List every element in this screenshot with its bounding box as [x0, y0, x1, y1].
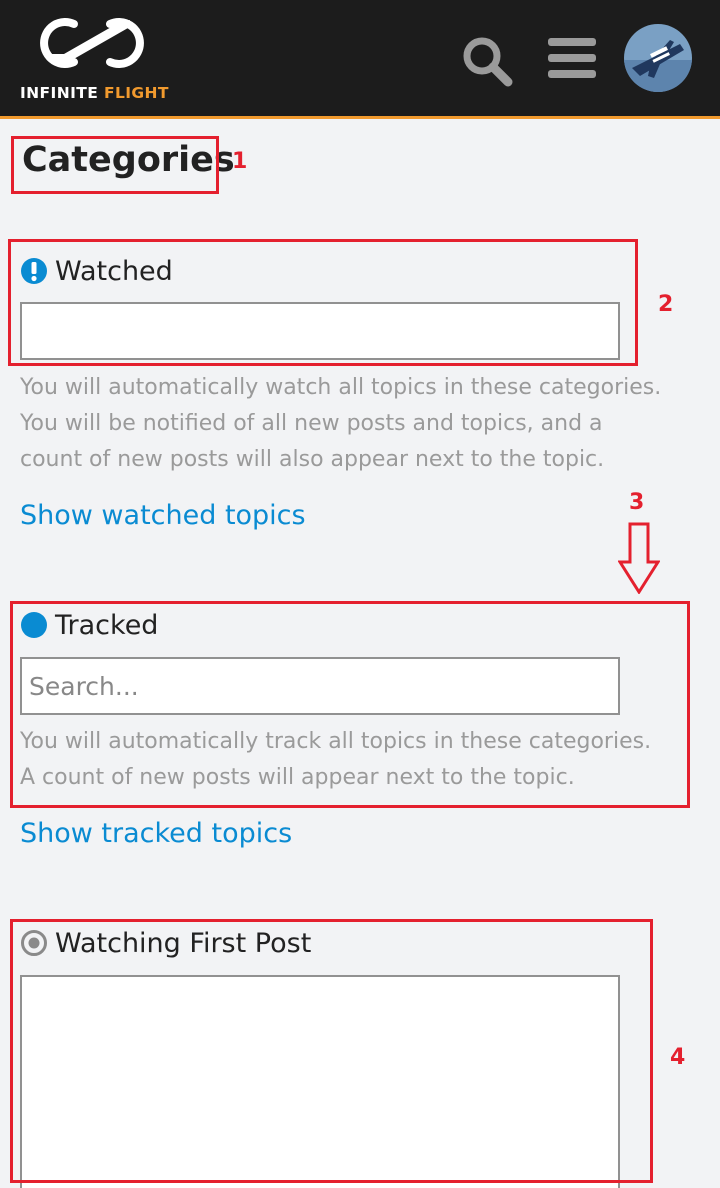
- logo-word-infinite: INFINITE: [20, 84, 99, 102]
- infinite-flight-logo-icon: [40, 18, 144, 68]
- annotation-box-1: [11, 136, 219, 194]
- watched-description: You will automatically watch all topics …: [20, 370, 710, 478]
- annotation-number-3: 3: [629, 490, 645, 515]
- avatar-image: [624, 24, 692, 92]
- show-watched-topics-link[interactable]: Show watched topics: [20, 500, 306, 531]
- annotation-arrow-icon: [618, 522, 660, 594]
- logo-word-flight: FLIGHT: [104, 84, 169, 102]
- hamburger-menu-icon[interactable]: [546, 36, 598, 80]
- show-tracked-topics-link[interactable]: Show tracked topics: [20, 818, 292, 849]
- watched-description-line-3: count of new posts will also appear next…: [20, 447, 605, 472]
- annotation-box-2: [8, 239, 638, 366]
- watched-description-line-2: You will be notified of all new posts an…: [20, 411, 603, 436]
- watched-description-line-1: You will automatically watch all topics …: [20, 375, 662, 400]
- annotation-box-3: [10, 601, 690, 808]
- logo-wordmark: INFINITE FLIGHT: [20, 84, 169, 102]
- annotation-number-4: 4: [670, 1045, 686, 1070]
- search-icon[interactable]: [460, 34, 514, 88]
- annotation-box-4: [10, 919, 653, 1183]
- annotation-number-1: 1: [232, 149, 248, 174]
- user-avatar[interactable]: [624, 24, 692, 92]
- site-header: INFINITE FLIGHT: [0, 0, 720, 119]
- annotation-number-2: 2: [658, 292, 674, 317]
